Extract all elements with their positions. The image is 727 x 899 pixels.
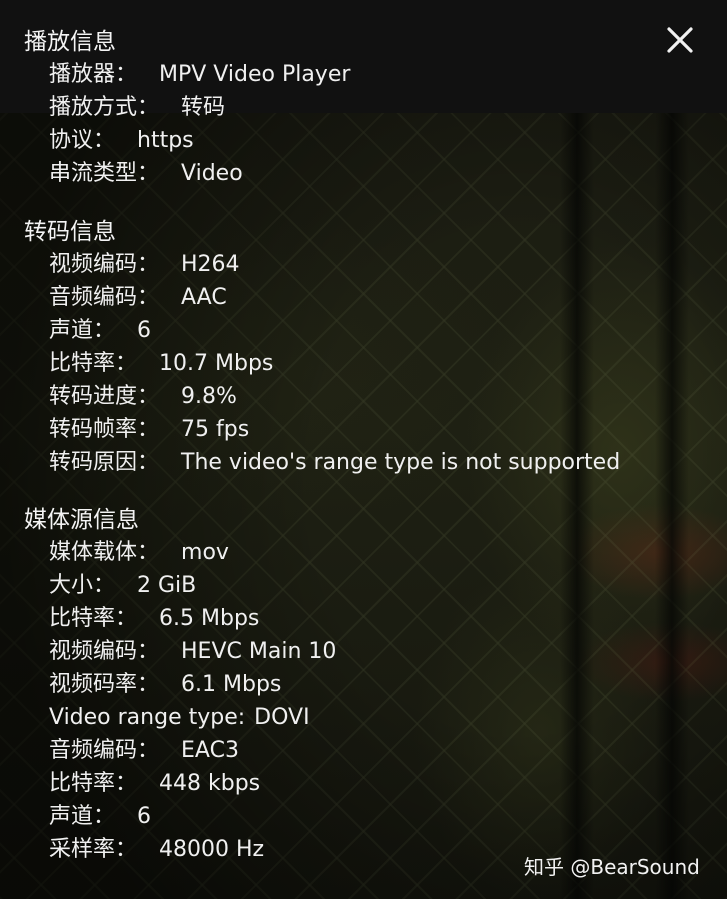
playback-info-overlay: 播放信息 播放器： MPV Video Player 播放方式： 转码 协议： htt… [0,0,727,899]
info-label: Video range type: [49,705,246,730]
info-value: 6.5 Mbps [159,606,260,631]
info-value: 448 kbps [159,771,261,796]
info-value: DOVI [254,705,310,730]
info-label: 声道： [49,804,116,829]
info-value: H264 [181,252,240,277]
info-row: 比特率： 10.7 Mbps [49,349,273,379]
info-row: 视频编码： H264 [49,250,240,280]
info-row: 播放方式： 转码 [49,93,225,123]
info-row: 协议： https [49,126,194,156]
info-label: 转码原因： [49,450,160,475]
info-value: 6 [137,804,152,829]
info-label: 视频编码： [49,639,160,664]
info-value: MPV Video Player [159,62,351,87]
info-row: 声道： 6 [49,316,151,346]
info-value: 9.8% [181,384,237,409]
info-label: 转码帧率： [49,417,160,442]
info-label: 比特率： [49,351,138,376]
info-value: AAC [181,285,227,310]
info-row: 转码进度： 9.8% [49,382,237,412]
info-label: 比特率： [49,771,138,796]
info-row: 大小： 2 GiB [49,571,196,601]
info-row: 视频码率： 6.1 Mbps [49,670,281,700]
section-title-media-source: 媒体源信息 [24,507,139,533]
info-row: 媒体载体： mov [49,538,229,568]
info-row: Video range type: DOVI [49,703,310,733]
info-label: 视频编码： [49,252,160,277]
info-row: 音频编码： EAC3 [49,736,239,766]
info-row: 比特率： 448 kbps [49,769,260,799]
info-value: 转码 [181,95,226,120]
info-label: 比特率： [49,606,138,631]
info-value: Video [181,161,243,186]
info-label: 大小： [49,573,116,598]
info-label: 视频码率： [49,672,160,697]
info-label: 音频编码： [49,738,160,763]
info-value: 2 GiB [137,573,197,598]
info-value: 6.1 Mbps [181,672,282,697]
info-value: 48000 Hz [159,837,265,862]
section-title-transcode: 转码信息 [24,219,116,245]
info-row: 视频编码： HEVC Main 10 [49,637,336,667]
info-label: 媒体载体： [49,540,160,565]
info-value: https [137,128,194,153]
info-label: 播放器： [49,62,138,87]
info-row: 串流类型： Video [49,159,243,189]
info-row: 音频编码： AAC [49,283,227,313]
info-value: 6 [137,318,152,343]
info-value: HEVC Main 10 [181,639,337,664]
info-label: 音频编码： [49,285,160,310]
info-row: 声道： 6 [49,802,151,832]
info-label: 声道： [49,318,116,343]
close-icon [667,27,693,53]
info-label: 采样率： [49,837,138,862]
info-value: EAC3 [181,738,239,763]
info-value: The video's range type is not supported [181,450,621,475]
info-label: 转码进度： [49,384,160,409]
info-value: 10.7 Mbps [159,351,274,376]
info-row: 转码帧率： 75 fps [49,415,249,445]
watermark: 知乎 @BearSound [524,855,700,879]
close-button[interactable] [662,22,698,58]
info-row: 转码原因： The video's range type is not suppo… [49,448,620,478]
info-row: 播放器： MPV Video Player [49,60,350,90]
info-label: 播放方式： [49,95,160,120]
info-value: 75 fps [181,417,250,442]
section-title-playback: 播放信息 [24,29,116,55]
info-row: 比特率： 6.5 Mbps [49,604,259,634]
info-label: 串流类型： [49,161,160,186]
info-value: mov [181,540,229,565]
info-label: 协议： [49,128,116,153]
info-row: 采样率： 48000 Hz [49,835,264,865]
